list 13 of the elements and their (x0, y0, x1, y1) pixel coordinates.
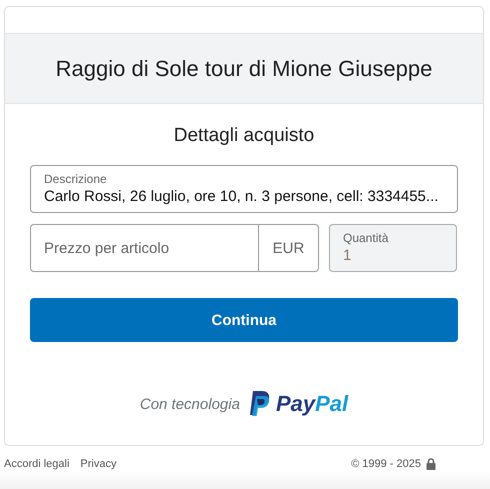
footer-link[interactable]: Privacy (80, 458, 116, 470)
footer-link[interactable]: Accordi legali (4, 458, 70, 470)
merchant-title: Raggio di Sole tour di Mione Giuseppe (56, 56, 432, 82)
continue-button[interactable]: Continua (30, 298, 458, 342)
section-heading: Dettagli acquisto (174, 125, 314, 147)
powered-by-text: Con tecnologia (140, 396, 240, 412)
price-field[interactable]: Prezzo per articolo (30, 224, 258, 272)
logo-icon (248, 390, 272, 418)
currency-addon: EUR (258, 224, 319, 272)
lock-icon (426, 458, 436, 470)
description-field[interactable]: Descrizione Carlo Rossi, 26 luglio, ore 10, n. 3 persone, cell: 3334455... (30, 165, 458, 213)
logo-wordmark: PayPal (276, 391, 348, 417)
copyright-text: © 1999 - 2025 (351, 458, 421, 470)
